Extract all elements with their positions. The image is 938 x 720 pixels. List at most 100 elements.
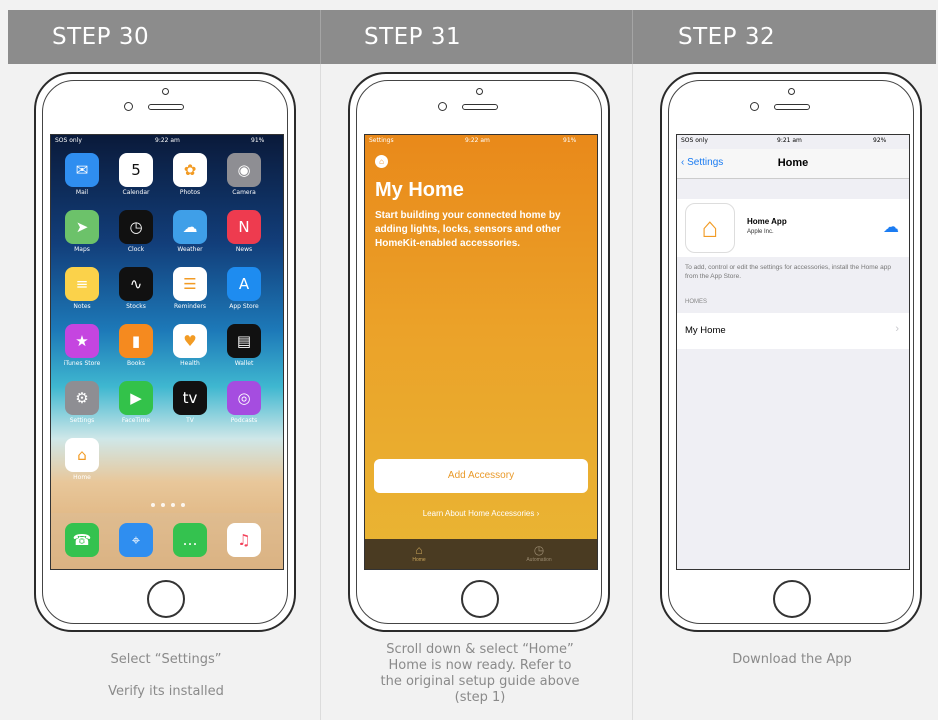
health-icon: ♥	[173, 324, 207, 358]
steps-header: STEP 30 STEP 31 STEP 32	[8, 10, 936, 64]
cloud-download-icon[interactable]: ☁	[883, 217, 899, 237]
notes-icon: ≡	[65, 267, 99, 301]
home-button[interactable]	[147, 580, 185, 618]
step-31-label: STEP 31	[364, 24, 462, 50]
section-header-homes: HOMES	[685, 299, 708, 305]
app-label: Wallet	[234, 360, 254, 367]
home-menu-icon[interactable]: ⌂	[375, 155, 388, 168]
music-icon: ♫	[227, 523, 261, 557]
phone-step-30: SOS only 9:22 am 91% ✉ Mail 5 Calendar ✿ Phot…	[34, 72, 296, 632]
install-note: To add, control or edit the settings for…	[685, 264, 891, 280]
app-calendar[interactable]: 5 Calendar	[117, 153, 155, 196]
tv-icon: tv	[173, 381, 207, 415]
app-reminders[interactable]: ☰ Reminders	[171, 267, 209, 310]
status-bar: SOS only 9:22 am 91%	[51, 135, 283, 147]
app-label: Maps	[74, 246, 90, 253]
weather-icon: ☁	[173, 210, 207, 244]
home-app-icon: ⌂	[685, 203, 735, 253]
app-label: Camera	[232, 189, 256, 196]
app-home[interactable]: ⌂ Home	[63, 438, 101, 481]
app-news[interactable]: N News	[225, 210, 263, 253]
app-label: Photos	[179, 189, 201, 196]
mail-icon: ✉	[65, 153, 99, 187]
app-mail[interactable]: ✉ Mail	[63, 153, 101, 196]
app-store-cell[interactable]: ⌂ Home App Apple Inc. ☁	[677, 199, 909, 257]
safari-icon: ⌖	[119, 523, 153, 557]
page-dots[interactable]	[151, 503, 185, 508]
status-carrier: SOS only	[55, 137, 82, 144]
app-maps[interactable]: ➤ Maps	[63, 210, 101, 253]
learn-about-accessories-link[interactable]: Learn About Home Accessories ›	[365, 509, 597, 518]
app-label: FaceTime	[121, 417, 151, 424]
proximity-sensor	[438, 102, 447, 111]
home-button[interactable]	[461, 580, 499, 618]
stocks-icon: ∿	[119, 267, 153, 301]
app-app-store[interactable]: A App Store	[225, 267, 263, 310]
dock: ☎ ⌖ … ♫	[51, 513, 283, 569]
caption-step-30-a: Select “Settings”	[110, 652, 222, 667]
app-photos[interactable]: ✿ Photos	[171, 153, 209, 196]
app-label: Home	[73, 474, 91, 481]
messages-icon: …	[173, 523, 207, 557]
app-settings[interactable]: ⚙ Settings	[63, 381, 101, 424]
reminders-icon: ☰	[173, 267, 207, 301]
tab-automation[interactable]: ◷ Automation	[499, 543, 579, 563]
status-battery: 91%	[251, 137, 265, 144]
app-weather[interactable]: ☁ Weather	[171, 210, 209, 253]
home-icon: ⌂	[415, 543, 423, 557]
app-itunes-store[interactable]: ★ iTunes Store	[63, 324, 101, 367]
navigation-bar: ‹ Settings Home	[677, 149, 909, 179]
home-app-screen: Settings 9:22 am 91% ⌂ My Home Start bui…	[364, 134, 598, 570]
app-facetime[interactable]: ▶ FaceTime	[117, 381, 155, 424]
clock-icon: ◷	[119, 210, 153, 244]
dock-app-messages[interactable]: …	[171, 523, 209, 557]
home-icon: ⌂	[65, 438, 99, 472]
home-screen: SOS only 9:22 am 91% ✉ Mail 5 Calendar ✿ Phot…	[50, 134, 284, 570]
proximity-sensor	[124, 102, 133, 111]
status-battery: 91%	[563, 137, 577, 144]
app-label: News	[235, 246, 253, 253]
status-bar: Settings 9:22 am 91%	[365, 135, 597, 147]
caption-step-32: Download the App	[732, 652, 852, 667]
status-back-to-settings[interactable]: Settings	[369, 137, 394, 144]
header-divider	[632, 10, 633, 64]
dock-app-phone[interactable]: ☎	[63, 523, 101, 557]
app-developer: Apple Inc.	[747, 229, 774, 235]
add-accessory-button[interactable]: Add Accessory	[374, 459, 588, 493]
wallet-icon: ▤	[227, 324, 261, 358]
my-home-row[interactable]: My Home ›	[677, 313, 909, 349]
calendar-icon: 5	[119, 153, 153, 187]
podcasts-icon: ◎	[227, 381, 261, 415]
tab-home[interactable]: ⌂ Home	[379, 543, 459, 563]
caption-step-30-b: Verify its installed	[108, 684, 224, 699]
tab-automation-label: Automation	[526, 557, 552, 563]
tab-home-label: Home	[412, 557, 426, 563]
app-podcasts[interactable]: ◎ Podcasts	[225, 381, 263, 424]
app-label: Health	[180, 360, 200, 367]
home-button[interactable]	[773, 580, 811, 618]
app-label: Podcasts	[230, 417, 258, 424]
step-32-label: STEP 32	[678, 24, 776, 50]
dock-app-safari[interactable]: ⌖	[117, 523, 155, 557]
dock-app-music[interactable]: ♫	[225, 523, 263, 557]
app-camera[interactable]: ◉ Camera	[225, 153, 263, 196]
settings-icon: ⚙	[65, 381, 99, 415]
app-stocks[interactable]: ∿ Stocks	[117, 267, 155, 310]
app-books[interactable]: ▮ Books	[117, 324, 155, 367]
header-divider	[320, 10, 321, 64]
news-icon: N	[227, 210, 261, 244]
app-name: Home App	[747, 217, 787, 226]
phone-step-32: SOS only 9:21 am 92% ‹ Settings Home ⌂ H…	[660, 72, 922, 632]
app-notes[interactable]: ≡ Notes	[63, 267, 101, 310]
app-health[interactable]: ♥ Health	[171, 324, 209, 367]
maps-icon: ➤	[65, 210, 99, 244]
app-wallet[interactable]: ▤ Wallet	[225, 324, 263, 367]
app-label: TV	[186, 417, 194, 424]
app-label: Books	[126, 360, 146, 367]
app-clock[interactable]: ◷ Clock	[117, 210, 155, 253]
app-tv[interactable]: tv TV	[171, 381, 209, 424]
status-time: 9:22 am	[155, 137, 180, 144]
app-label: Notes	[73, 303, 91, 310]
status-carrier: SOS only	[681, 137, 708, 144]
screen-title: My Home	[375, 179, 464, 201]
